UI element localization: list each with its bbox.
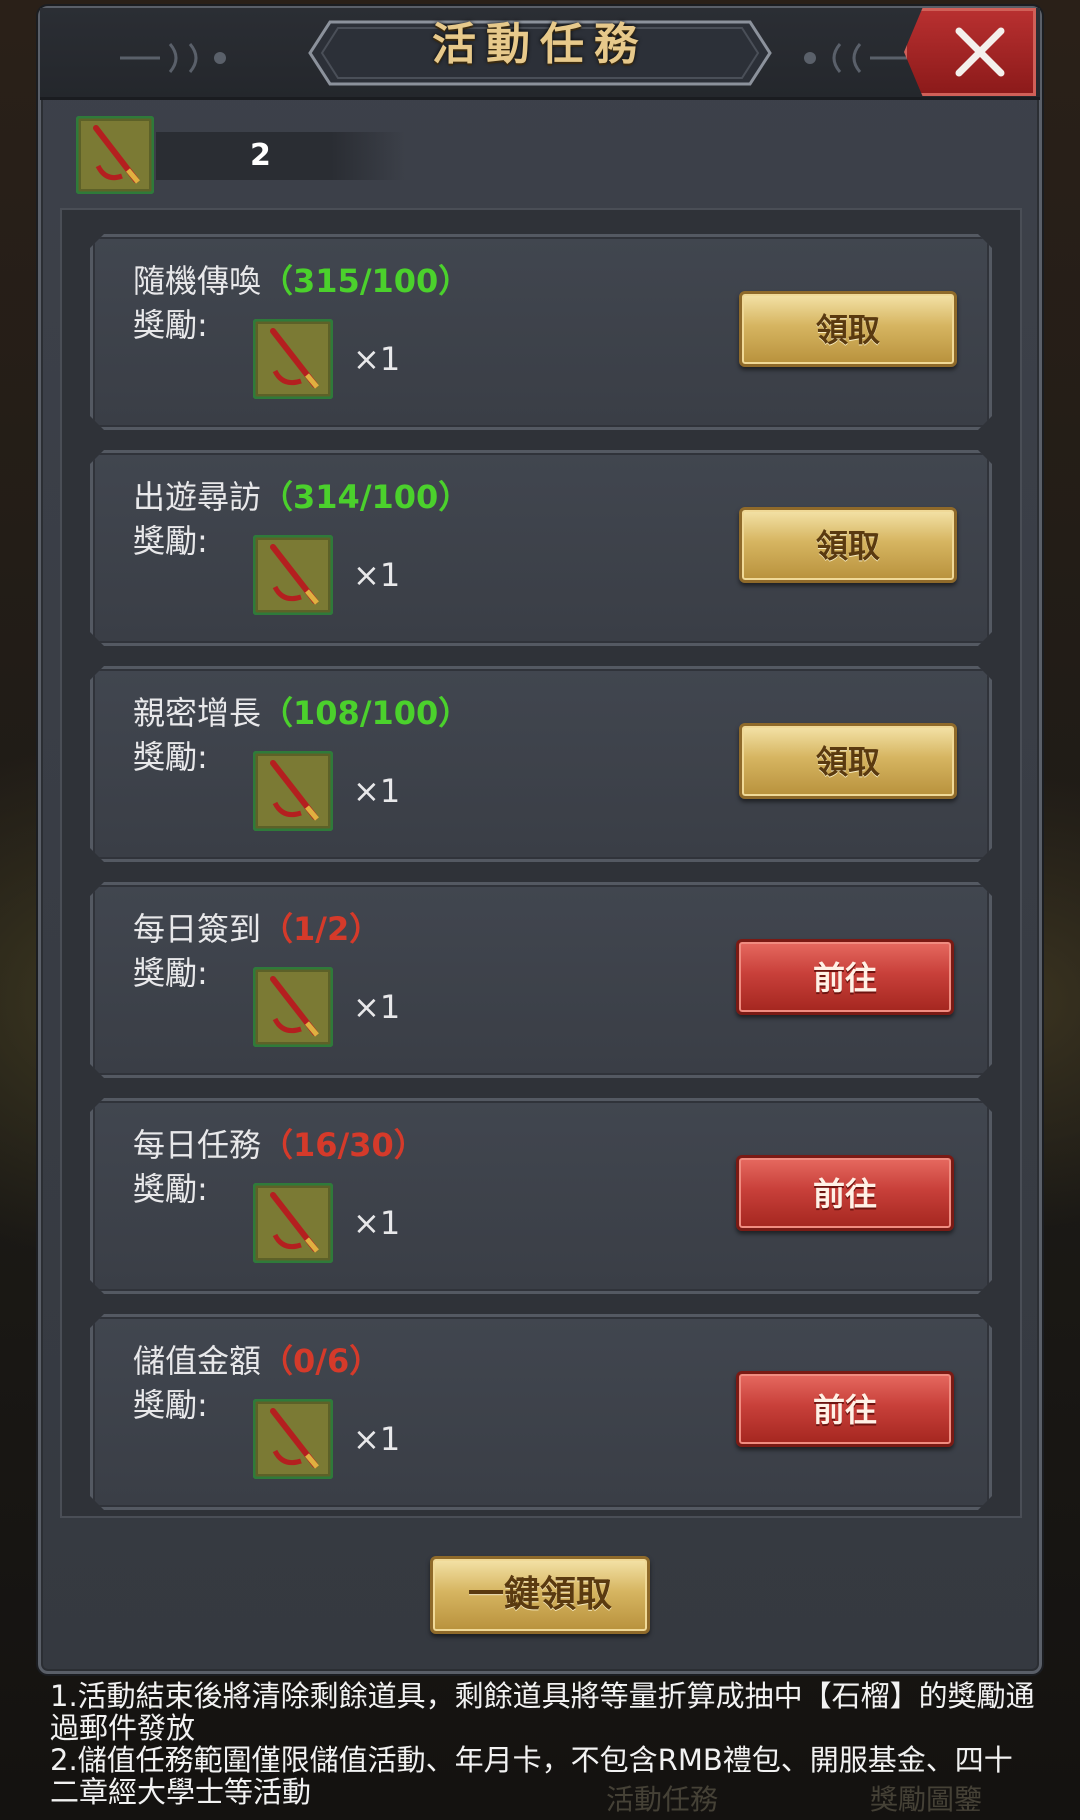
task-progress: （314/100） [261,478,471,516]
task-name: 每日任務（16/30） [133,1123,426,1167]
brush-pen-reward-icon[interactable] [253,967,333,1047]
close-button[interactable] [904,8,1036,96]
brush-pen-reward-icon[interactable] [253,319,333,399]
task-progress: （16/30） [261,1126,426,1164]
go-button[interactable]: 前往 [736,939,954,1015]
brush-pen-reward-icon[interactable] [253,1399,333,1479]
reward-label: 獎勵: [133,522,208,560]
note-line: 1.活動結束後將清除剩餘道具，剩餘道具將等量折算成抽中【石榴】的獎勵通過郵件發放 [50,1679,1035,1745]
reward-quantity: ×1 [353,340,401,378]
task-progress: （0/6） [261,1342,382,1380]
task-card: 每日簽到（1/2） 獎勵: ×1 前往 [90,882,992,1078]
reward-label: 獎勵: [133,1386,208,1424]
task-progress: （1/2） [261,910,382,948]
task-title: 隨機傳喚 [133,262,262,300]
page-title: 活動任務 [432,19,648,70]
task-title: 親密增長 [133,694,262,732]
task-name: 隨機傳喚（315/100） [133,259,470,303]
task-title: 出遊尋訪 [133,478,262,516]
go-button[interactable]: 前往 [736,1155,954,1231]
claim-button[interactable]: 領取 [739,291,957,367]
brush-pen-reward-icon[interactable] [253,751,333,831]
task-card: 親密增長（108/100） 獎勵: ×1 領取 [90,666,992,862]
task-title: 儲值金額 [133,1342,262,1380]
reward-quantity: ×1 [353,1420,401,1458]
close-icon [955,27,1005,77]
header-ornament-left-icon [120,43,226,73]
task-card: 儲值金額（0/6） 獎勵: ×1 前往 [90,1314,992,1510]
task-name: 儲值金額（0/6） [133,1339,381,1383]
reward-label: 獎勵: [133,1170,208,1208]
task-card: 每日任務（16/30） 獎勵: ×1 前往 [90,1098,992,1294]
header-ornament-right-icon [804,43,910,73]
reward-quantity: ×1 [353,1204,401,1242]
task-name: 每日簽到（1/2） [133,907,381,951]
task-title: 每日簽到 [133,910,262,948]
task-title: 每日任務 [133,1126,262,1164]
currency-value: 2 [250,138,271,173]
brush-pen-reward-icon[interactable] [253,535,333,615]
task-card: 出遊尋訪（314/100） 獎勵: ×1 領取 [90,450,992,646]
task-name: 出遊尋訪（314/100） [133,475,470,519]
task-progress: （108/100） [261,694,471,732]
brush-pen-reward-icon[interactable] [253,1183,333,1263]
reward-label: 獎勵: [133,306,208,344]
go-button[interactable]: 前往 [736,1371,954,1447]
task-card: 隨機傳喚（315/100） 獎勵: ×1 領取 [90,234,992,430]
claim-all-button[interactable]: 一鍵領取 [430,1556,650,1634]
bottom-tabs: 活動任務 獎勵圖鑒 [0,1780,1080,1820]
claim-button[interactable]: 領取 [739,507,957,583]
reward-quantity: ×1 [353,556,401,594]
tab-reward-gallery[interactable]: 獎勵圖鑒 [870,1780,982,1820]
claim-button[interactable]: 領取 [739,723,957,799]
reward-quantity: ×1 [353,772,401,810]
reward-quantity: ×1 [353,988,401,1026]
brush-pen-item-icon [76,116,154,194]
task-progress: （315/100） [261,262,471,300]
task-name: 親密增長（108/100） [133,691,470,735]
reward-label: 獎勵: [133,738,208,776]
reward-label: 獎勵: [133,954,208,992]
tab-activity-task[interactable]: 活動任務 [606,1780,718,1820]
